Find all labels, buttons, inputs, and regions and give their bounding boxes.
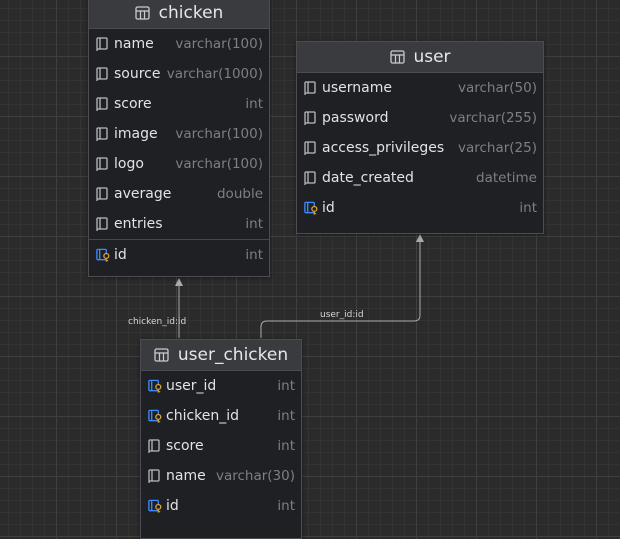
column-name: source [114, 66, 161, 82]
column-name: date_created [322, 170, 414, 186]
column-name: access_privileges [322, 140, 445, 156]
column-name: user_id [166, 378, 217, 394]
column-type: varchar(255) [449, 110, 537, 126]
column-icon [95, 36, 111, 52]
column-name: logo [114, 156, 144, 172]
column-row[interactable]: average double [89, 179, 269, 209]
column-type: varchar(25) [457, 140, 537, 156]
column-type: int [245, 96, 263, 112]
column-icon [95, 186, 111, 202]
column-row[interactable]: password varchar(255) [297, 103, 543, 133]
column-type: datetime [476, 170, 537, 186]
column-icon [95, 156, 111, 172]
foreign-key-icon [147, 378, 163, 394]
column-icon [303, 110, 319, 126]
column-name: image [114, 126, 158, 142]
relation-label-user: user_id:id [320, 310, 364, 320]
column-row[interactable]: source varchar(1000) [89, 59, 269, 89]
table-icon [389, 49, 405, 65]
column-type: double [216, 186, 263, 202]
column-row[interactable]: username varchar(50) [297, 73, 543, 103]
column-type: varchar(30) [215, 468, 295, 484]
column-type: varchar(50) [457, 80, 537, 96]
column-name: password [322, 110, 389, 126]
column-name: chicken_id [166, 408, 240, 424]
column-row[interactable]: image varchar(100) [89, 119, 269, 149]
primary-key-icon [147, 498, 163, 514]
column-icon [95, 96, 111, 112]
column-row[interactable]: chicken_id int [141, 401, 301, 431]
primary-key-icon [303, 200, 319, 216]
column-name: average [114, 186, 172, 202]
column-row[interactable]: logo varchar(100) [89, 149, 269, 179]
foreign-key-icon [147, 408, 163, 424]
column-type: int [277, 378, 295, 394]
arrowhead-user [416, 234, 424, 242]
column-icon [147, 438, 163, 454]
table-user[interactable]: user username varchar(50) password varchar(… [296, 41, 544, 234]
column-row[interactable]: user_id int [141, 371, 301, 401]
column-name: username [322, 80, 392, 96]
column-type: int [277, 438, 295, 454]
column-name: id [114, 246, 127, 263]
column-type: varchar(100) [175, 36, 263, 52]
table-header[interactable]: chicken [89, 0, 269, 29]
column-name: name [114, 36, 154, 52]
column-name: id [322, 200, 335, 216]
column-row[interactable]: id int [141, 491, 301, 521]
column-type: int [245, 216, 263, 232]
column-row[interactable]: score int [141, 431, 301, 461]
column-icon [95, 126, 111, 142]
column-row[interactable]: name varchar(100) [89, 29, 269, 59]
column-type: varchar(1000) [166, 66, 263, 82]
primary-key-icon [95, 247, 111, 263]
table-icon [154, 347, 170, 363]
column-row[interactable]: access_privileges varchar(25) [297, 133, 543, 163]
table-name: chicken [158, 3, 224, 23]
relation-line-user [260, 240, 421, 338]
column-name: score [114, 96, 152, 112]
column-row[interactable]: id int [297, 193, 543, 223]
column-row[interactable]: entries int [89, 209, 269, 239]
table-chicken[interactable]: chicken name varchar(100) source varchar(10… [88, 0, 270, 277]
column-name: name [166, 468, 206, 484]
column-row[interactable]: score int [89, 89, 269, 119]
column-icon [303, 140, 319, 156]
column-name: score [166, 438, 204, 454]
column-icon [95, 66, 111, 82]
column-type: int [277, 498, 295, 514]
table-header[interactable]: user_chicken [141, 340, 301, 371]
column-type: int [519, 200, 537, 216]
table-icon [135, 5, 151, 21]
table-name: user_chicken [177, 345, 289, 365]
column-type: varchar(100) [175, 126, 263, 142]
column-icon [303, 170, 319, 186]
table-name: user [413, 47, 451, 67]
column-name: entries [114, 216, 163, 232]
column-icon [147, 468, 163, 484]
arrowhead-chicken [175, 278, 183, 286]
column-type: int [277, 408, 295, 424]
column-row[interactable]: date_created datetime [297, 163, 543, 193]
column-icon [303, 80, 319, 96]
column-row[interactable]: id int [89, 239, 269, 269]
column-type: varchar(100) [175, 156, 263, 172]
relation-label-chicken: chicken_id:id [128, 317, 187, 327]
column-icon [95, 216, 111, 232]
column-row[interactable]: name varchar(30) [141, 461, 301, 491]
table-header[interactable]: user [297, 42, 543, 73]
table-user-chicken[interactable]: user_chicken user_id int chicken_id int scor… [140, 339, 302, 539]
column-type: int [245, 246, 263, 263]
column-name: id [166, 498, 179, 514]
